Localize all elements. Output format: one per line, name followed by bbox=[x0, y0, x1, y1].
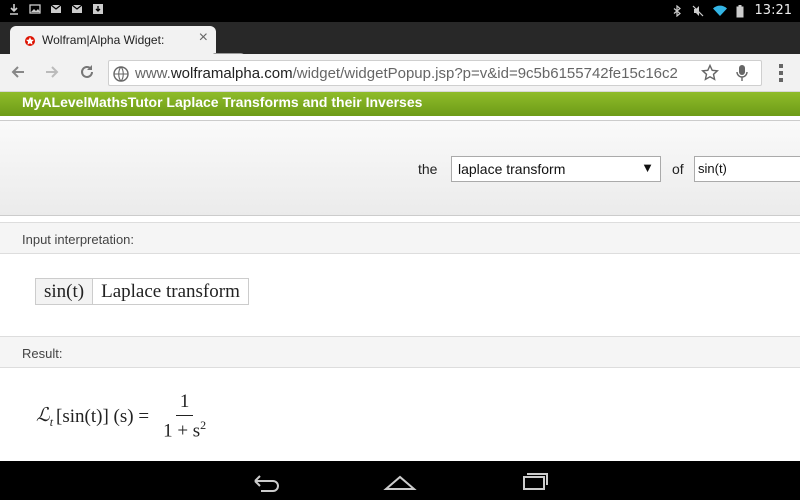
label-the: the bbox=[418, 161, 438, 177]
back-icon[interactable] bbox=[8, 62, 28, 82]
bluetooth-icon bbox=[671, 4, 683, 17]
status-bar: 13:21 bbox=[0, 0, 800, 22]
image-icon bbox=[29, 3, 41, 15]
result-pod: ℒt [sin(t)] (s) = 1 1 + s2 bbox=[0, 368, 800, 461]
tab-close-icon[interactable]: × bbox=[199, 29, 208, 47]
label-of: of bbox=[672, 161, 684, 177]
url-text[interactable]: www.wolframalpha.com/widget/widgetPopup.… bbox=[135, 65, 695, 82]
transform-select-value: laplace transform bbox=[458, 161, 566, 177]
interpretation-table: sin(t) Laplace transform bbox=[34, 278, 249, 305]
reload-icon[interactable] bbox=[77, 62, 97, 82]
browser-tab[interactable]: Wolfram|Alpha Widget: × bbox=[10, 26, 216, 54]
laplace-script-symbol: ℒt bbox=[36, 404, 54, 429]
bookmark-star-icon[interactable] bbox=[700, 63, 720, 82]
status-clock: 13:21 bbox=[754, 3, 792, 18]
notification-icons bbox=[8, 3, 104, 15]
forward-icon[interactable] bbox=[42, 62, 62, 82]
tab-strip: Wolfram|Alpha Widget: × bbox=[0, 22, 800, 70]
result-formula: ℒt [sin(t)] (s) = 1 1 + s2 bbox=[36, 391, 210, 442]
interpretation-operation: Laplace transform bbox=[92, 278, 249, 305]
url-path: /widget/widgetPopup.jsp?p=v&id=9c5b61557… bbox=[292, 65, 678, 82]
tab-title: Wolfram|Alpha Widget: bbox=[42, 33, 165, 47]
gmail-icon bbox=[71, 3, 83, 15]
wolfram-favicon-icon bbox=[24, 34, 36, 46]
address-bar[interactable]: www.wolframalpha.com/widget/widgetPopup.… bbox=[108, 60, 762, 86]
nav-home-icon[interactable] bbox=[382, 469, 418, 493]
widget-title: MyALevelMathsTutor Laplace Transforms an… bbox=[0, 92, 800, 116]
fraction-numerator: 1 bbox=[175, 391, 194, 416]
widget-form: the laplace transform ▼ of sin(t) bbox=[0, 120, 800, 216]
transform-select[interactable]: laplace transform ▼ bbox=[451, 156, 661, 182]
nav-recents-icon[interactable] bbox=[517, 469, 553, 493]
url-domain: wolframalpha.com bbox=[170, 65, 293, 82]
fraction-denominator: 1 + s2 bbox=[163, 418, 207, 442]
gmail-icon bbox=[50, 3, 62, 15]
web-page: MyALevelMathsTutor Laplace Transforms an… bbox=[0, 92, 800, 461]
function-input[interactable]: sin(t) bbox=[694, 156, 800, 182]
input-interpretation-title: Input interpretation: bbox=[0, 222, 800, 254]
url-domain-prefix: www. bbox=[135, 65, 171, 82]
nav-back-icon[interactable] bbox=[247, 469, 283, 493]
result-lhs: [sin(t)] (s) = bbox=[56, 405, 150, 427]
overflow-menu-icon[interactable] bbox=[778, 62, 784, 84]
table-row: sin(t) Laplace transform bbox=[34, 278, 249, 305]
battery-icon bbox=[734, 4, 746, 17]
browser-toolbar: www.wolframalpha.com/widget/widgetPopup.… bbox=[0, 54, 800, 92]
interpretation-function: sin(t) bbox=[34, 278, 94, 305]
microphone-icon[interactable] bbox=[735, 64, 749, 82]
mute-icon bbox=[692, 5, 704, 17]
wifi-icon bbox=[712, 5, 727, 17]
result-fraction: 1 1 + s2 bbox=[159, 391, 210, 442]
download-icon bbox=[8, 3, 20, 15]
result-title: Result: bbox=[0, 336, 800, 368]
download-box-icon bbox=[92, 3, 104, 15]
input-interpretation-pod: sin(t) Laplace transform bbox=[0, 254, 800, 334]
system-icons: 13:21 bbox=[671, 3, 792, 18]
globe-icon bbox=[113, 66, 129, 82]
android-nav-bar bbox=[0, 461, 800, 500]
dropdown-arrow-icon: ▼ bbox=[641, 160, 654, 175]
